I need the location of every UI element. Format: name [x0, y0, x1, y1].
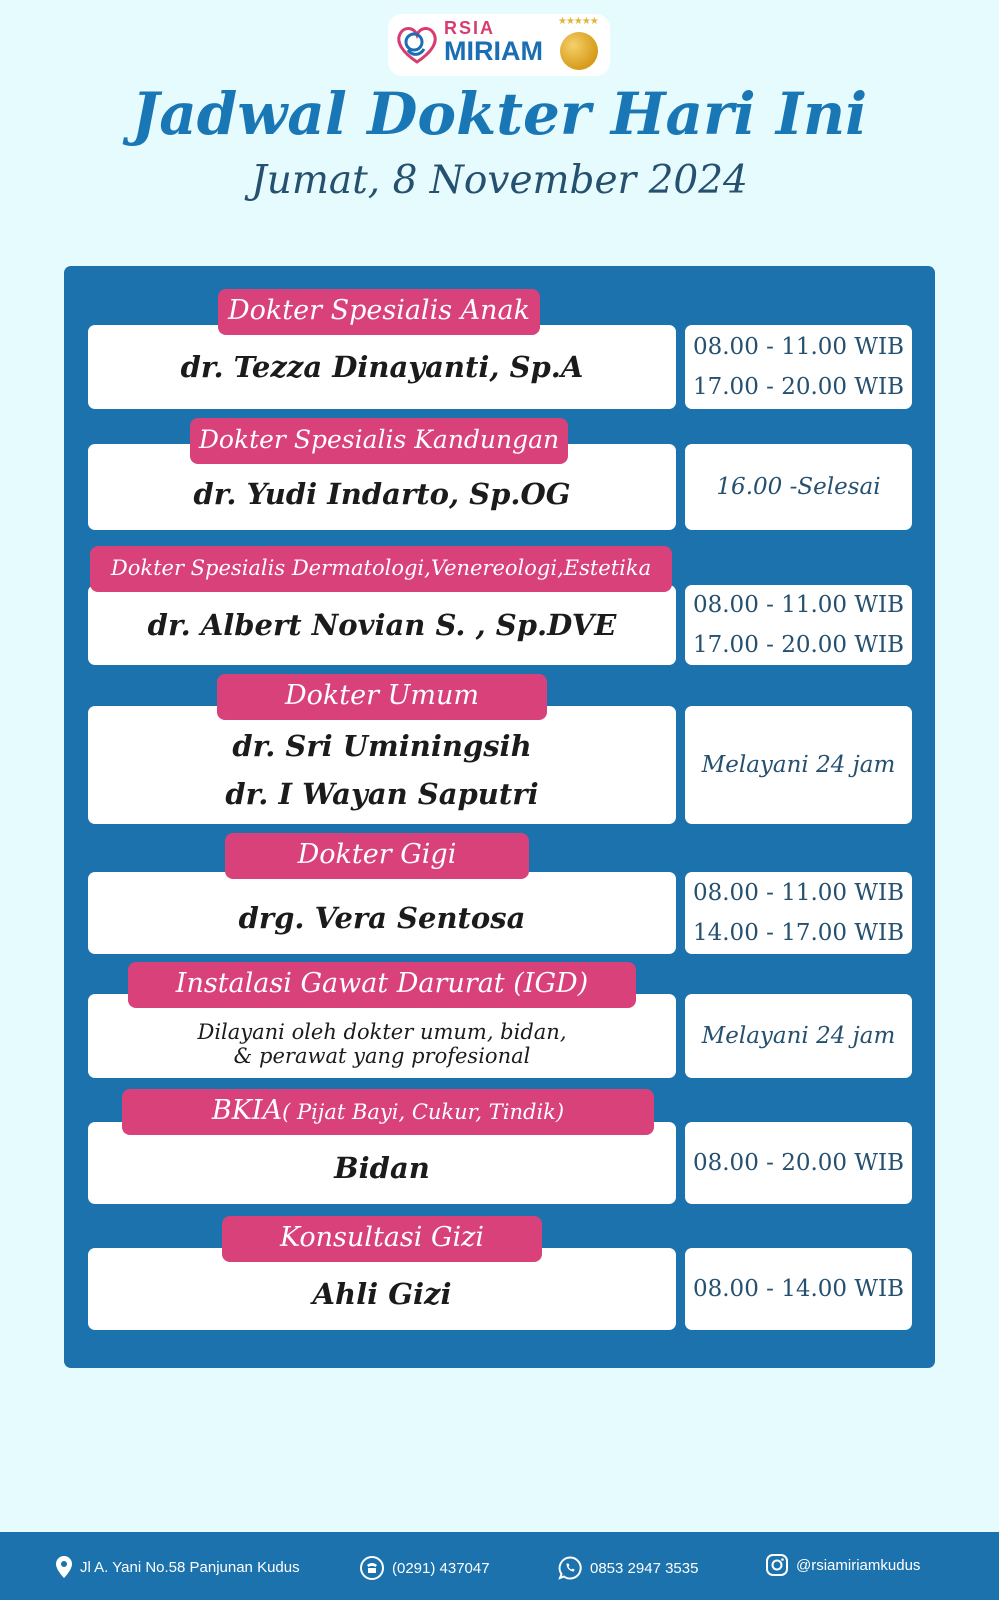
doctor-card: dr. Sri Uminingsih dr. I Wayan Saputri — [88, 706, 676, 824]
doctor-name: dr. Albert Novian S. , Sp.DVE — [147, 608, 617, 642]
schedule-time-card: 08.00 - 11.00 WIB 17.00 - 20.00 WIB — [685, 325, 912, 409]
service-note: Dilayani oleh dokter umum, bidan, — [197, 1020, 567, 1044]
instagram-icon — [766, 1554, 788, 1576]
schedule-time-card: Melayani 24 jam — [685, 994, 912, 1078]
schedule-time: Melayani 24 jam — [701, 752, 896, 778]
address-text: Jl A. Yani No.58 Panjunan Kudus — [80, 1558, 300, 1576]
schedule-time-card: 16.00 -Selesai — [685, 444, 912, 530]
schedule-time: 17.00 - 20.00 WIB — [692, 374, 905, 400]
category-label: BKIA — [211, 1095, 283, 1126]
doctor-name: dr. Yudi Indarto, Sp.OG — [193, 477, 571, 511]
category-badge: Dokter Spesialis Kandungan — [190, 418, 568, 464]
category-badge: Dokter Umum — [217, 674, 547, 720]
schedule-time: 16.00 -Selesai — [716, 474, 881, 500]
schedule-time-card: 08.00 - 20.00 WIB — [685, 1122, 912, 1204]
accreditation-medal-icon — [560, 32, 598, 70]
logo-stars-icon: ★★★★★ — [558, 16, 599, 27]
doctor-name: dr. Tezza Dinayanti, Sp.A — [180, 350, 584, 384]
footer-phone: (0291) 437047 — [360, 1556, 490, 1580]
schedule-time-card: 08.00 - 11.00 WIB 14.00 - 17.00 WIB — [685, 872, 912, 954]
service-note: & perawat yang profesional — [233, 1044, 531, 1068]
doctor-card: drg. Vera Sentosa — [88, 872, 676, 954]
doctor-card: dr. Albert Novian S. , Sp.DVE — [88, 585, 676, 665]
footer-instagram: @rsiamiriamkudus — [766, 1554, 920, 1576]
schedule-time: 08.00 - 11.00 WIB — [692, 592, 905, 618]
phone-text: (0291) 437047 — [392, 1559, 490, 1577]
instagram-text: @rsiamiriamkudus — [796, 1556, 921, 1574]
doctor-name: dr. I Wayan Saputri — [225, 777, 539, 811]
logo-miriam-text: MIRIAM — [444, 36, 543, 66]
schedule-time: Melayani 24 jam — [701, 1023, 896, 1049]
doctor-name: drg. Vera Sentosa — [238, 901, 526, 935]
schedule-time: 08.00 - 11.00 WIB — [692, 334, 905, 360]
category-badge: Instalasi Gawat Darurat (IGD) — [128, 962, 636, 1008]
schedule-time-card: 08.00 - 11.00 WIB 17.00 - 20.00 WIB — [685, 585, 912, 665]
schedule-time: 08.00 - 20.00 WIB — [692, 1150, 905, 1176]
contact-footer: Jl A. Yani No.58 Panjunan Kudus (0291) 4… — [0, 1532, 999, 1600]
category-badge: Dokter Spesialis Anak — [218, 289, 540, 335]
category-note: ( Pijat Bayi, Cukur, Tindik) — [282, 1100, 565, 1124]
doctor-name: dr. Sri Uminingsih — [232, 729, 532, 763]
category-badge: Dokter Gigi — [225, 833, 529, 879]
category-badge: BKIA( Pijat Bayi, Cukur, Tindik) — [122, 1089, 654, 1135]
schedule-time: 08.00 - 14.00 WIB — [692, 1276, 905, 1302]
whatsapp-text: 0853 2947 3535 — [590, 1559, 699, 1577]
footer-address: Jl A. Yani No.58 Panjunan Kudus — [56, 1556, 300, 1578]
schedule-time-card: Melayani 24 jam — [685, 706, 912, 824]
location-pin-icon — [56, 1556, 72, 1578]
footer-whatsapp: 0853 2947 3535 — [558, 1556, 698, 1580]
doctor-name: Bidan — [334, 1151, 430, 1185]
schedule-time: 17.00 - 20.00 WIB — [692, 632, 905, 658]
mother-baby-logo-icon — [397, 27, 437, 64]
schedule-time: 08.00 - 11.00 WIB — [692, 880, 905, 906]
schedule-date: Jumat, 8 November 2024 — [251, 158, 748, 203]
doctor-name: Ahli Gizi — [312, 1277, 452, 1311]
whatsapp-icon — [558, 1556, 582, 1580]
page-title: Jadwal Dokter Hari Ini — [131, 80, 868, 148]
doctor-card: dr. Tezza Dinayanti, Sp.A — [88, 325, 676, 409]
hospital-logo: RSIA MIRIAM ★★★★★ — [388, 14, 610, 76]
category-badge: Konsultasi Gizi — [222, 1216, 542, 1262]
phone-icon — [360, 1556, 384, 1580]
schedule-time-card: 08.00 - 14.00 WIB — [685, 1248, 912, 1330]
schedule-time: 14.00 - 17.00 WIB — [692, 920, 905, 946]
category-badge: Dokter Spesialis Dermatologi,Venereologi… — [90, 546, 672, 592]
